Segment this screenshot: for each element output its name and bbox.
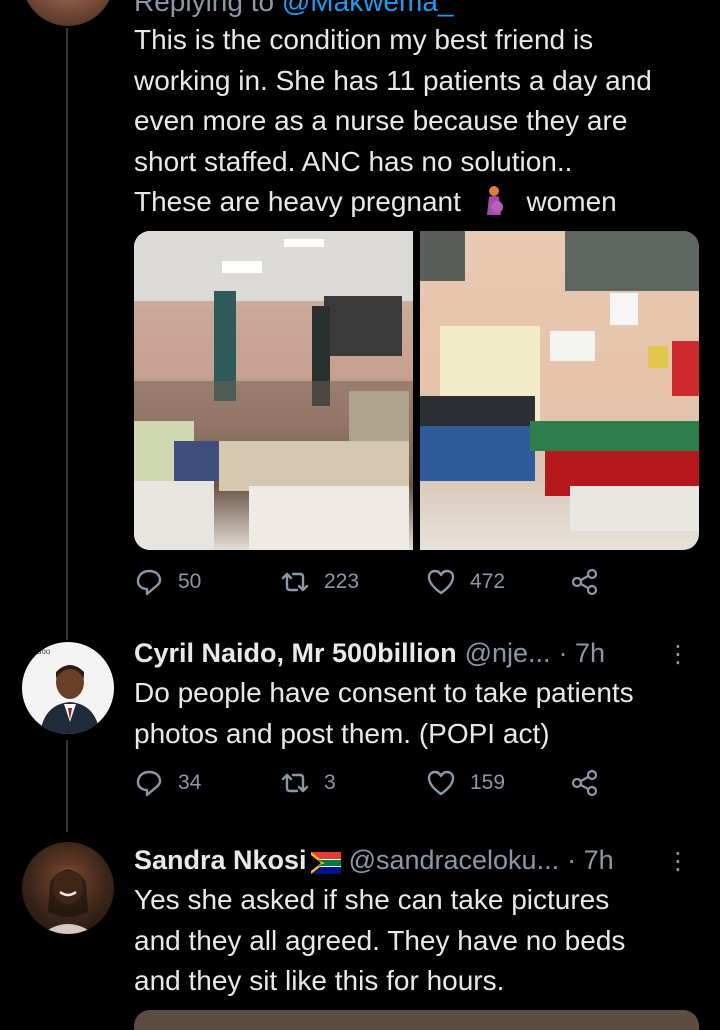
more-options-icon[interactable]: ⋮ <box>666 847 690 876</box>
tweet-line-with-emoji: These are heavy pregnant women <box>134 185 617 217</box>
timestamp[interactable]: · 7h <box>559 638 606 669</box>
like-button[interactable]: 159 <box>426 768 505 798</box>
reply-button[interactable]: 34 <box>134 768 201 798</box>
tweet-actions: 50 223 472 <box>134 567 614 603</box>
like-count: 159 <box>470 771 506 794</box>
reply-icon <box>136 770 162 797</box>
share-button[interactable] <box>570 768 600 798</box>
tweet-header: Sandra Nkosi @sandraceloku... · 7h ⋮ <box>134 845 694 876</box>
replying-to: Replying to @Makwema_ <box>134 0 453 18</box>
reply-count: 34 <box>178 771 202 794</box>
replying-handle[interactable]: @Makwema_ <box>282 0 454 17</box>
reply-icon <box>136 569 162 596</box>
retweet-count: 223 <box>324 570 360 593</box>
retweet-icon <box>281 572 309 592</box>
media-photo-ward[interactable] <box>134 231 413 550</box>
display-name[interactable]: Sandra Nkosi <box>134 845 307 876</box>
share-icon <box>571 568 598 596</box>
tweet-line: and they all agreed. They have no beds <box>134 924 626 956</box>
tweet-text: Do people have consent to take patients … <box>134 673 704 754</box>
handle[interactable]: @sandraceloku... <box>349 845 560 876</box>
reply-button[interactable]: 50 <box>134 567 201 597</box>
display-name[interactable]: Cyril Naido, Mr 500billion <box>134 638 457 669</box>
timestamp[interactable]: · 7h <box>567 845 614 876</box>
heart-icon <box>427 770 455 796</box>
tweet-actions: 34 3 159 <box>134 768 614 804</box>
tweet-line: even more as a nurse because they are <box>134 105 628 136</box>
retweet-count: 3 <box>324 771 336 794</box>
like-count: 472 <box>470 570 506 593</box>
tweet-line: Yes she asked if she can take pictures <box>134 884 610 915</box>
avatar-label: Naidoo <box>25 647 51 656</box>
tweet-media[interactable] <box>134 231 699 550</box>
south-africa-flag-icon <box>310 850 341 874</box>
pregnant-woman-emoji-icon <box>477 185 511 217</box>
retweet-icon <box>281 773 309 793</box>
retweet-button[interactable]: 223 <box>280 567 359 597</box>
tweet-line: photos and post them. (POPI act) <box>134 717 550 749</box>
tweet-media-partial[interactable] <box>134 1010 699 1030</box>
avatar[interactable] <box>22 0 114 26</box>
retweet-button[interactable]: 3 <box>280 768 336 798</box>
tweet-line: working in. She has 11 patients a day an… <box>134 64 652 96</box>
more-options-icon[interactable]: ⋮ <box>666 640 690 669</box>
reply-count: 50 <box>178 570 202 593</box>
replying-prefix: Replying to <box>134 0 275 17</box>
heart-icon <box>427 569 455 595</box>
media-photo-floor[interactable] <box>420 231 699 550</box>
thread-line-middle <box>66 740 68 832</box>
handle[interactable]: @nje... <box>465 638 551 669</box>
thread-line-top <box>66 28 68 640</box>
avatar[interactable] <box>22 842 114 934</box>
tweet-line: short staffed. ANC has no solution.. <box>134 145 573 177</box>
tweet-text: This is the condition my best friend is … <box>134 20 704 223</box>
avatar[interactable]: Naidoo <box>22 642 114 734</box>
tweet-text: Yes she asked if she can take pictures a… <box>134 880 704 1002</box>
tweet-line: Do people have consent to take patients <box>134 677 634 708</box>
like-button[interactable]: 472 <box>426 567 505 597</box>
tweet-header: Cyril Naido, Mr 500billion @nje... · 7h … <box>134 638 694 669</box>
share-button[interactable] <box>570 567 600 597</box>
tweet-line: This is the condition my best friend is <box>134 24 594 55</box>
tweet-line: and they sit like this for hours. <box>134 965 505 996</box>
share-icon <box>571 769 598 797</box>
